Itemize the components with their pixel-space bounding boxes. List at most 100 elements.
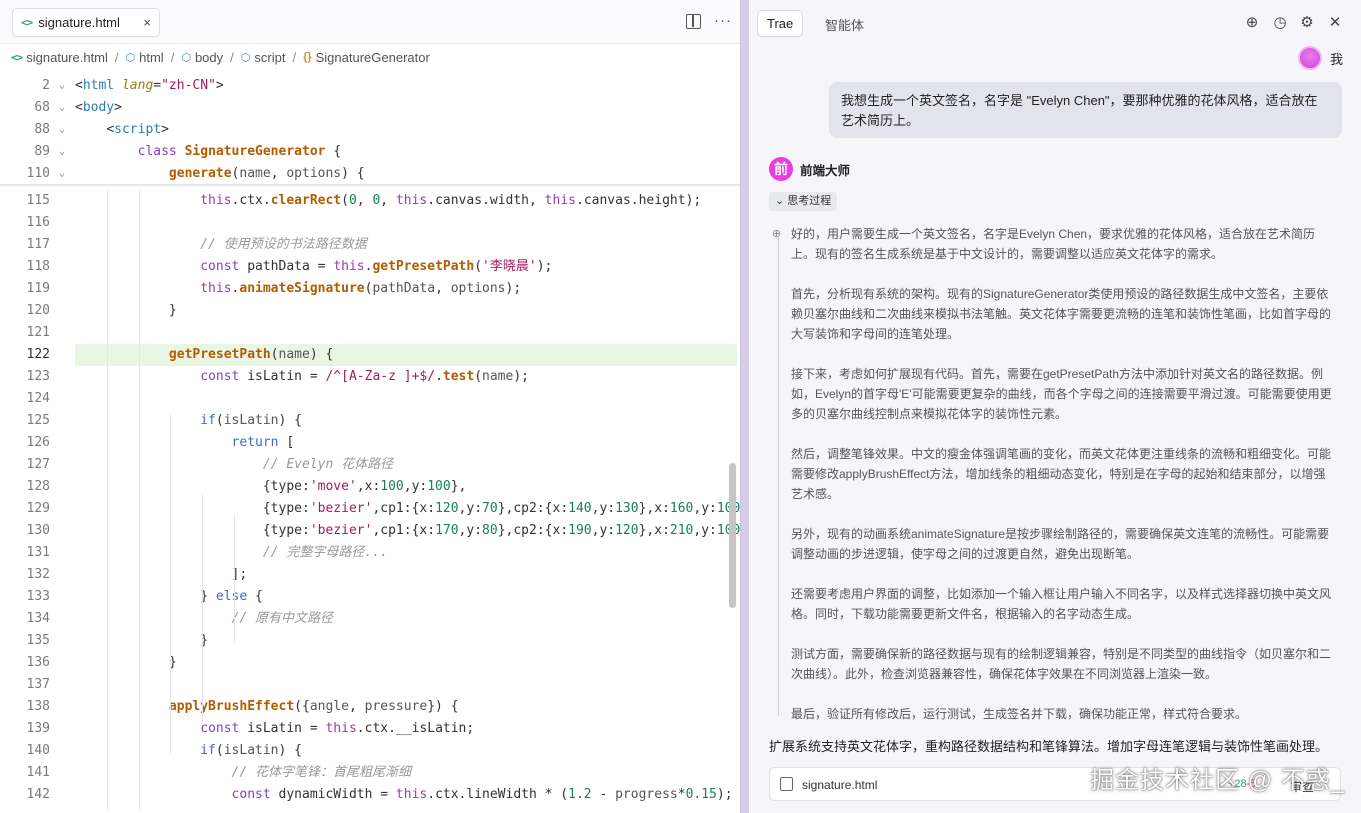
code-text: // 花体字笔锋：首尾粗尾渐细 [231, 765, 412, 780]
code-text: } [168, 655, 177, 670]
code-text: {type:'move',x:100,y:100}, [262, 479, 467, 494]
breadcrumb-item-script[interactable]: script [254, 50, 285, 65]
breadcrumb-item-class[interactable]: SignatureGenerator [316, 50, 430, 65]
line-number: 68 [34, 100, 50, 115]
line-number: 119 [26, 281, 50, 296]
code-line[interactable]: 133 } else { [0, 586, 740, 608]
user-message: 我想生成一个英文签名，名字是 "Evelyn Chen"，要那种优雅的花体风格，… [829, 82, 1342, 138]
code-line[interactable]: 141 // 花体字笔锋：首尾粗尾渐细 [0, 762, 740, 784]
line-number: 117 [26, 237, 50, 252]
tab-agent[interactable]: 智能体 [825, 15, 864, 34]
code-line[interactable]: 137 [0, 674, 740, 696]
code-line[interactable]: 135 } [0, 630, 740, 652]
line-number: 2 [42, 78, 50, 93]
code-line[interactable]: 126 return [ [0, 432, 740, 454]
code-text: const isLatin = /^[A-Za-z ]+$/.test(name… [200, 369, 529, 384]
code-line[interactable]: 127 // Evelyn 花体路径 [0, 454, 740, 476]
code-line[interactable]: 122 getPresetPath(name) { [0, 344, 740, 366]
code-line[interactable]: 139 const isLatin = this.ctx.__isLatin; [0, 718, 740, 740]
code-line[interactable]: 2 ⌄ <html lang="zh-CN"> [0, 75, 740, 97]
code-text: <body> [75, 100, 122, 115]
code-line[interactable]: 88 ⌄ <script> [0, 119, 740, 141]
line-number: 141 [26, 765, 50, 780]
code-text: <script> [106, 122, 169, 137]
code-editor: <> signature.html × ··· <> signature.htm… [0, 0, 741, 813]
line-number: 127 [26, 457, 50, 472]
code-text: generate(name, options) { [168, 166, 365, 181]
sticky-scroll-shadow [0, 184, 740, 187]
breadcrumb-item-body[interactable]: body [195, 50, 223, 65]
fold-chevron-icon[interactable]: ⌄ [59, 75, 65, 97]
code-line[interactable]: 129 {type:'bezier',cp1:{x:120,y:70},cp2:… [0, 498, 740, 520]
code-line[interactable]: 140 if(isLatin) { [0, 740, 740, 762]
split-editor-icon[interactable] [686, 14, 701, 29]
line-number: 121 [26, 325, 50, 340]
code-line[interactable]: 138 applyBrushEffect({angle, pressure}) … [0, 696, 740, 718]
code-line[interactable]: 118 const pathData = this.getPresetPath(… [0, 256, 740, 278]
more-icon[interactable]: ··· [714, 12, 732, 29]
code-text: // 完整字母路径... [262, 545, 388, 560]
line-number: 136 [26, 655, 50, 670]
ai-chat-panel: Trae 智能体 ⊕ ◷ ⚙ ✕ 我 我想生成一个英文签名，名字是 "Evely… [749, 0, 1361, 813]
code-line[interactable]: 89 ⌄ class SignatureGenerator { [0, 141, 740, 163]
code-line[interactable]: 132 ]; [0, 564, 740, 586]
code-line[interactable]: 120 } [0, 300, 740, 322]
editor-tabbar: <> signature.html × ··· [0, 0, 740, 44]
code-line[interactable]: 115 this.ctx.clearRect(0, 0, this.canvas… [0, 190, 740, 212]
code-line[interactable]: 116 [0, 212, 740, 234]
line-number: 142 [26, 787, 50, 802]
code-line[interactable]: 110 ⌄ generate(name, options) { [0, 163, 740, 185]
code-text: this.ctx.clearRect(0, 0, this.canvas.wid… [200, 193, 702, 208]
thinking-text: 好的，用户需要生成一个英文签名，名字是Evelyn Chen，要求优雅的花体风格… [791, 224, 1336, 744]
close-icon[interactable]: ✕ [1326, 14, 1344, 32]
line-number: 135 [26, 633, 50, 648]
user-header: 我 [1297, 46, 1343, 70]
line-number: 128 [26, 479, 50, 494]
code-line[interactable]: 121 [0, 322, 740, 344]
code-line[interactable]: 124 [0, 388, 740, 410]
user-name: 我 [1329, 51, 1343, 67]
line-number: 133 [26, 589, 50, 604]
thinking-paragraph: 好的，用户需要生成一个英文签名，名字是Evelyn Chen，要求优雅的花体风格… [791, 227, 1316, 261]
changed-file-name[interactable]: signature.html [802, 778, 877, 792]
code-line[interactable]: 130 {type:'bezier',cp1:{x:170,y:80},cp2:… [0, 520, 740, 542]
thinking-toggle[interactable]: ⌄ 思考过程 [769, 192, 838, 211]
code-line[interactable]: 134 // 原有中文路径 [0, 608, 740, 630]
history-icon[interactable]: ◷ [1271, 14, 1289, 32]
close-icon[interactable]: × [143, 15, 151, 30]
fold-chevron-icon[interactable]: ⌄ [59, 163, 65, 185]
code-line[interactable]: 117 // 使用预设的书法路径数据 [0, 234, 740, 256]
thinking-paragraph: 还需要考虑用户界面的调整，比如添加一个输入框让用户输入不同名字，以及样式选择器切… [791, 587, 1332, 621]
code-line[interactable]: 142 const dynamicWidth = this.ctx.lineWi… [0, 784, 740, 806]
line-number: 125 [26, 413, 50, 428]
breadcrumb-item-html[interactable]: html [139, 50, 164, 65]
code-line[interactable]: 125 if(isLatin) { [0, 410, 740, 432]
code-area[interactable]: 2 ⌄ <html lang="zh-CN"> 68 ⌄ <body> 88 ⌄ <scrip… [0, 74, 740, 813]
indent-guide [107, 190, 108, 810]
tab-trae[interactable]: Trae [757, 10, 804, 37]
line-number: 126 [26, 435, 50, 450]
fold-chevron-icon[interactable]: ⌄ [59, 119, 65, 141]
code-line[interactable]: 136 } [0, 652, 740, 674]
code-line[interactable]: 119 this.animateSignature(pathData, opti… [0, 278, 740, 300]
fold-chevron-icon[interactable]: ⌄ [59, 97, 65, 119]
line-number: 138 [26, 699, 50, 714]
indent-guide [202, 494, 203, 724]
fold-chevron-icon[interactable]: ⌄ [59, 141, 65, 163]
editor-scrollbar[interactable] [729, 463, 736, 608]
thinking-paragraph: 另外，现有的动画系统animateSignature是按步骤绘制路径的，需要确保… [791, 527, 1330, 561]
line-number: 130 [26, 523, 50, 538]
code-line[interactable]: 128 {type:'move',x:100,y:100}, [0, 476, 740, 498]
indent-guide [234, 514, 235, 644]
new-chat-icon[interactable]: ⊕ [1243, 14, 1261, 32]
code-line[interactable]: 131 // 完整字母路径... [0, 542, 740, 564]
code-text: const dynamicWidth = this.ctx.lineWidth … [231, 787, 733, 802]
code-text: applyBrushEffect({angle, pressure}) { [168, 699, 459, 714]
editor-tab-signature[interactable]: <> signature.html × [12, 8, 160, 37]
code-line[interactable]: 123 const isLatin = /^[A-Za-z ]+$/.test(… [0, 366, 740, 388]
code-line[interactable]: 68 ⌄ <body> [0, 97, 740, 119]
code-text: const pathData = this.getPresetPath('李晓晨… [200, 259, 553, 274]
breadcrumb-item-file[interactable]: signature.html [26, 50, 108, 65]
html-file-icon: <> [11, 50, 23, 64]
gear-icon[interactable]: ⚙ [1298, 14, 1316, 32]
